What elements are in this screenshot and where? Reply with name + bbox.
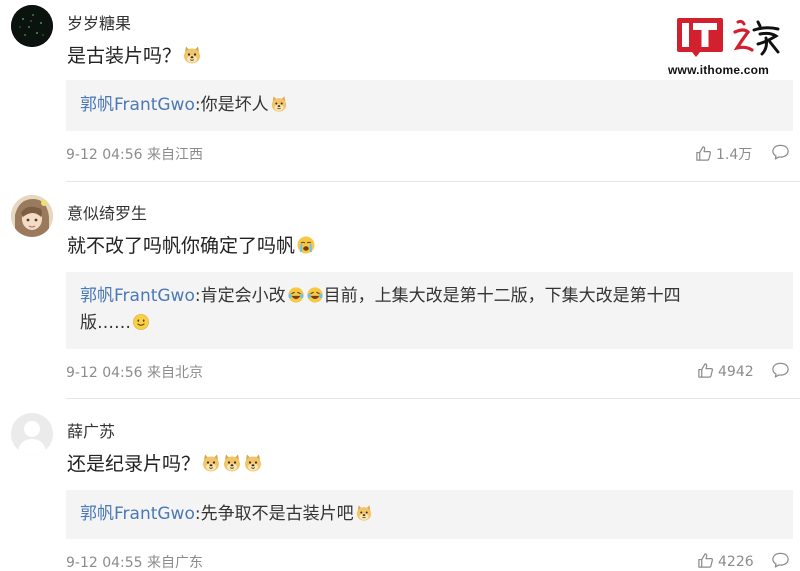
ithome-watermark: www.ithome.com <box>668 10 786 80</box>
doge-emoji-icon <box>243 453 263 473</box>
comment-location: 来自北京 <box>147 365 204 381</box>
zhijia-calligraphy-icon <box>733 19 780 56</box>
comment-text-content: 就不改了吗帆你确定了吗帆 <box>67 235 296 257</box>
like-icon <box>695 145 712 162</box>
doge-emoji-icon <box>355 504 373 522</box>
comment-icon[interactable] <box>771 551 790 569</box>
ithome-url: www.ithome.com <box>668 63 770 77</box>
reply-author-link[interactable]: 郭帆FrantGwo <box>80 286 195 306</box>
laugh-cry-emoji-icon <box>306 286 324 304</box>
username[interactable]: 岁岁糖果 <box>67 10 131 34</box>
reply-text: :先争取不是古装片吧 <box>194 504 354 524</box>
crying-emoji-icon <box>296 235 316 255</box>
comment-text: 还是纪录片吗？ <box>67 452 263 476</box>
reply-line-2: 版…… <box>80 310 779 337</box>
comment-date: 9-12 04:56 <box>66 365 143 381</box>
reply-text-part-1: :肯定会小改 <box>194 286 286 306</box>
avatar[interactable] <box>11 5 53 47</box>
reply-box: 郭帆FrantGwo:你是坏人 <box>66 80 793 131</box>
reply-line-1: 郭帆FrantGwo:肯定会小改 目前，上集大改是第十二版，下集大改是第十四 <box>80 283 779 310</box>
like-count: 4942 <box>718 364 754 380</box>
reply-box: 郭帆FrantGwo:肯定会小改 目前，上集大改是第十二版，下集大改是第十四 版…… <box>66 272 793 349</box>
doge-emoji-icon <box>270 95 288 113</box>
comment-date: 9-12 04:56 <box>66 147 143 163</box>
like-button[interactable]: 1.4万 <box>695 144 752 164</box>
like-icon <box>697 362 714 379</box>
reply-text-part-3: 版…… <box>80 313 131 333</box>
reply-box: 郭帆FrantGwo:先争取不是古装片吧 <box>66 490 793 539</box>
comment-text: 就不改了吗帆你确定了吗帆 <box>67 234 316 258</box>
like-count: 4226 <box>718 554 754 570</box>
avatar-image <box>11 5 53 47</box>
doge-emoji-icon <box>201 453 221 473</box>
reply-text: :你是坏人 <box>194 95 269 115</box>
like-button[interactable]: 4226 <box>697 552 754 570</box>
divider <box>66 181 800 182</box>
comment-location: 来自广东 <box>147 555 204 571</box>
comment-icon[interactable] <box>771 143 790 161</box>
doge-emoji-icon <box>222 453 242 473</box>
comment-text-content: 还是纪录片吗？ <box>67 453 201 475</box>
like-icon <box>697 552 714 569</box>
comment-date: 9-12 04:55 <box>66 555 143 571</box>
laugh-cry-emoji-icon <box>287 286 305 304</box>
avatar-image <box>11 195 53 237</box>
avatar[interactable] <box>11 413 53 455</box>
username[interactable]: 意似绮罗生 <box>67 200 147 224</box>
reply-author-link[interactable]: 郭帆FrantGwo <box>80 504 195 524</box>
like-button[interactable]: 4942 <box>697 362 754 380</box>
default-avatar-icon <box>11 413 53 455</box>
comment-text: 是古装片吗？ <box>67 44 202 68</box>
comment-meta: 9-12 04:56 来自江西 <box>66 144 203 164</box>
reply-text-part-2: 目前，上集大改是第十二版，下集大改是第十四 <box>323 286 681 306</box>
comment-text-content: 是古装片吗？ <box>67 45 182 67</box>
doge-emoji-icon <box>182 45 202 65</box>
comment-icon[interactable] <box>771 361 790 379</box>
like-count: 1.4万 <box>716 147 753 163</box>
comment-meta: 9-12 04:55 来自广东 <box>66 552 203 571</box>
divider <box>66 398 800 399</box>
reply-author-link[interactable]: 郭帆FrantGwo <box>80 95 195 115</box>
comments-page: www.ithome.com 岁岁糖果 是古装片吗？ 郭帆FrantGwo:你是… <box>0 0 800 571</box>
comment-location: 来自江西 <box>147 147 204 163</box>
smile-emoji-icon <box>132 313 150 331</box>
ithome-logo-icon <box>677 18 723 57</box>
comment-meta: 9-12 04:56 来自北京 <box>66 362 203 382</box>
avatar[interactable] <box>11 195 53 237</box>
username[interactable]: 薛广苏 <box>67 418 115 442</box>
